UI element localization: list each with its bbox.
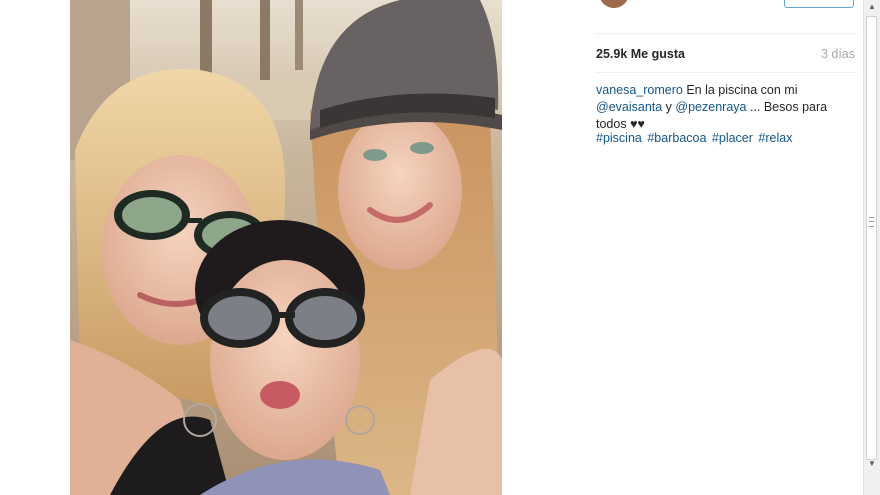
hashtag-link[interactable]: #piscina: [596, 131, 642, 145]
post-caption: vanesa_romero En la piscina con mi @evai…: [596, 82, 858, 133]
hashtag-link[interactable]: #relax: [758, 131, 792, 145]
author-avatar[interactable]: [599, 0, 629, 8]
mention-link[interactable]: @evaisanta: [596, 100, 662, 114]
caption-username-link[interactable]: vanesa_romero: [596, 83, 683, 97]
caption-text: y: [662, 100, 676, 114]
hashtag-link[interactable]: #placer: [712, 131, 753, 145]
mention-link[interactable]: @pezenraya: [675, 100, 746, 114]
divider: [595, 72, 857, 73]
hashtag-list: #piscina #barbacoa #placer #relax: [596, 131, 858, 145]
likes-count[interactable]: 25.9k Me gusta: [596, 47, 685, 61]
post-sidebar: 25.9k Me gusta 3 días vanesa_romero En l…: [503, 0, 863, 495]
scroll-up-arrow-icon[interactable]: ▲: [864, 0, 880, 14]
selfie-photo-image: [70, 0, 502, 495]
follow-button[interactable]: [784, 0, 854, 8]
hearts-emoji: ♥♥: [630, 117, 645, 131]
post-time-ago[interactable]: 3 días: [821, 47, 855, 61]
caption-text: En la piscina con mi: [682, 83, 798, 97]
post-photo[interactable]: [70, 0, 502, 495]
vertical-scrollbar[interactable]: ▲ ▼: [863, 0, 880, 495]
divider: [595, 33, 857, 34]
scroll-thumb[interactable]: [866, 16, 877, 460]
hashtag-link[interactable]: #barbacoa: [647, 131, 706, 145]
scroll-down-arrow-icon[interactable]: ▼: [864, 457, 880, 471]
grip-icon: [869, 217, 874, 227]
